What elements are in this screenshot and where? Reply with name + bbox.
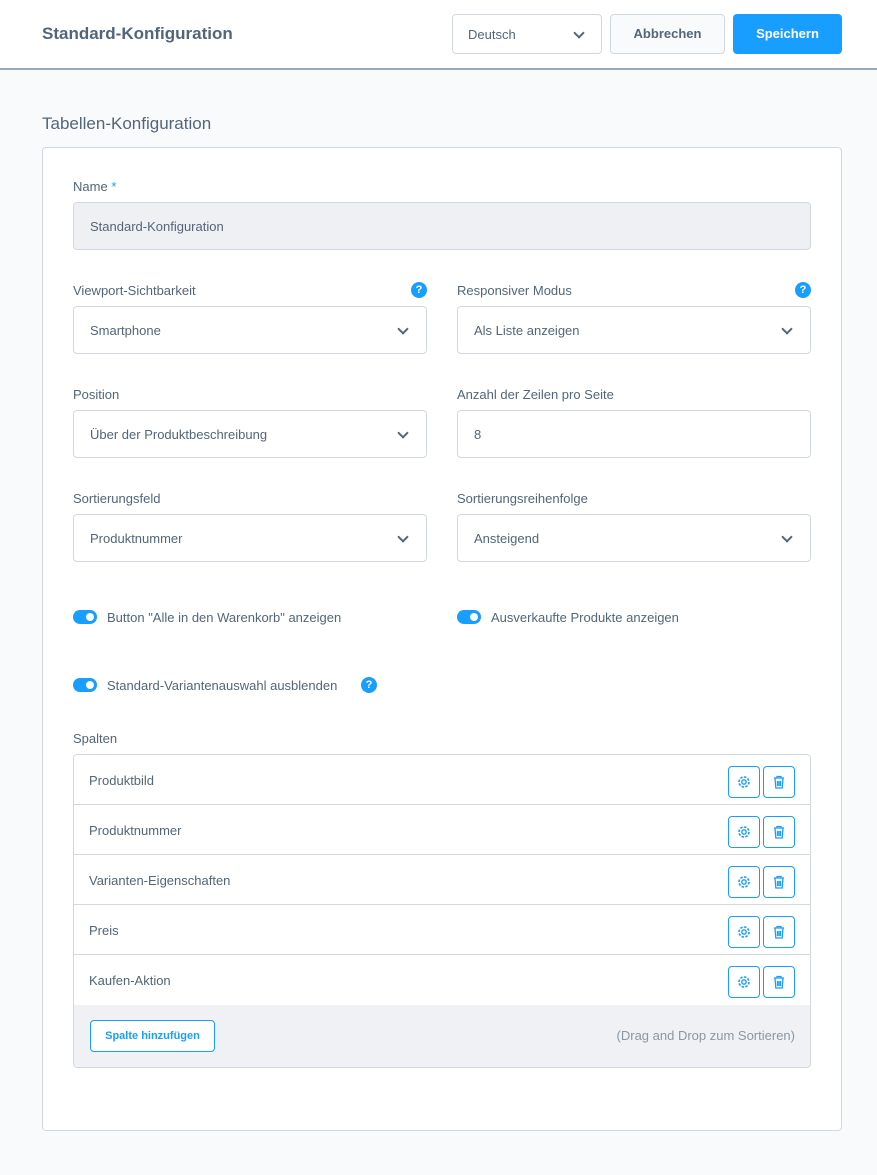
language-select[interactable]: Deutsch [452,14,602,54]
show-soldout-toggle[interactable] [457,610,481,624]
help-icon[interactable]: ? [795,282,811,298]
trash-icon [774,975,784,989]
columns-footer: Spalte hinzufügen (Drag and Drop zum Sor… [74,1005,810,1067]
column-row[interactable]: Varianten-Eigenschaften [74,855,810,905]
sort-field-value: Produktnummer [90,531,183,546]
sort-order-select[interactable]: Ansteigend [457,514,811,562]
delete-button[interactable] [763,816,795,848]
position-select[interactable]: Über der Produktbeschreibung [73,410,427,458]
position-label: Position [73,387,120,402]
gear-icon [738,876,750,888]
save-button[interactable]: Speichern [733,14,842,54]
sort-field-select[interactable]: Produktnummer [73,514,427,562]
gear-icon [738,826,750,838]
delete-button[interactable] [763,966,795,998]
column-name: Varianten-Eigenschaften [89,873,231,888]
sort-hint: (Drag and Drop zum Sortieren) [616,1028,795,1043]
delete-button[interactable] [763,866,795,898]
name-label: Name * [73,179,116,194]
chevron-down-icon [781,323,793,335]
column-name: Produktnummer [89,823,182,838]
delete-button[interactable] [763,766,795,798]
help-icon[interactable]: ? [411,282,427,298]
settings-button[interactable] [728,816,760,848]
trash-icon [774,775,784,789]
cancel-button[interactable]: Abbrechen [610,14,725,54]
add-all-to-cart-toggle[interactable] [73,610,97,624]
trash-icon [774,875,784,889]
columns-list: Produktbild Produktnummer Varianten-Eige… [73,754,811,1068]
sort-order-value: Ansteigend [474,531,540,546]
responsive-label: Responsiver Modus [457,283,572,298]
add-all-to-cart-label: Button "Alle in den Warenkorb" anzeigen [107,610,342,625]
sort-order-label: Sortierungsreihenfolge [457,491,588,506]
section-title: Tabellen-Konfiguration [42,114,212,133]
rows-per-page-value: 8 [474,427,482,442]
name-value: Standard-Konfiguration [90,219,224,234]
settings-button[interactable] [728,866,760,898]
rows-per-page-input[interactable]: 8 [457,410,811,458]
gear-icon [738,976,750,988]
chevron-down-icon [397,531,409,543]
chevron-down-icon [573,27,585,39]
hide-variant-label: Standard-Variantenauswahl ausblenden [107,678,338,693]
settings-button[interactable] [728,916,760,948]
hide-variant-toggle[interactable] [73,678,97,692]
page-header: Standard-Konfiguration Deutsch Abbrechen… [0,0,877,70]
position-value: Über der Produktbeschreibung [90,427,268,442]
column-row[interactable]: Produktnummer [74,805,810,855]
gear-icon [738,776,750,788]
column-name: Kaufen-Aktion [89,973,171,988]
viewport-select[interactable]: Smartphone [73,306,427,354]
column-row[interactable]: Produktbild [74,755,810,805]
page-title: Standard-Konfiguration [42,24,233,43]
language-value: Deutsch [468,27,516,42]
responsive-select[interactable]: Als Liste anzeigen [457,306,811,354]
settings-button[interactable] [728,766,760,798]
sort-field-label: Sortierungsfeld [73,491,161,506]
name-field[interactable]: Standard-Konfiguration [73,202,811,250]
viewport-value: Smartphone [90,323,161,338]
column-name: Preis [89,923,119,938]
rows-per-page-label: Anzahl der Zeilen pro Seite [457,387,614,402]
viewport-label: Viewport-Sichtbarkeit [73,283,196,298]
settings-button[interactable] [728,966,760,998]
trash-icon [774,825,784,839]
gear-icon [738,926,750,938]
column-row[interactable]: Preis [74,905,810,955]
show-soldout-label: Ausverkaufte Produkte anzeigen [491,610,679,625]
name-label-text: Name [73,179,108,194]
help-icon[interactable]: ? [361,677,377,693]
trash-icon [774,925,784,939]
columns-label: Spalten [73,731,118,746]
required-mark: * [111,179,117,194]
column-name: Produktbild [89,773,155,788]
chevron-down-icon [397,427,409,439]
column-row[interactable]: Kaufen-Aktion [74,955,810,1005]
chevron-down-icon [397,323,409,335]
add-column-button[interactable]: Spalte hinzufügen [90,1020,215,1052]
delete-button[interactable] [763,916,795,948]
responsive-value: Als Liste anzeigen [474,323,580,338]
chevron-down-icon [781,531,793,543]
